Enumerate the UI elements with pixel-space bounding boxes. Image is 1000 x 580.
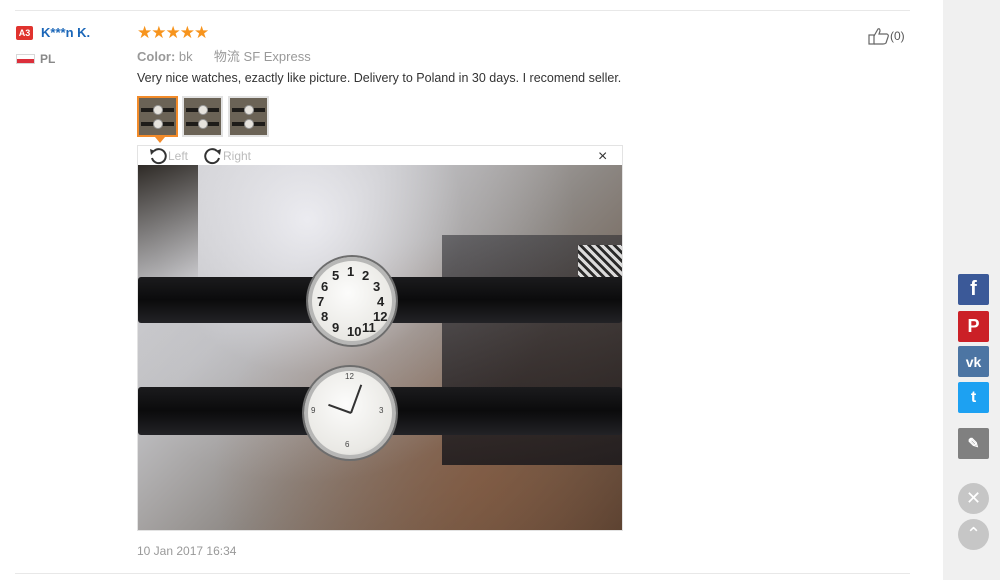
order-attributes: Color: bk 物流 SF Express [137,46,311,65]
dial-numeral: 3 [379,406,384,415]
reviewer-name[interactable]: K***n K. [41,25,90,40]
pinterest-share-button[interactable]: P [958,311,989,342]
dial-numeral: 8 [321,309,329,324]
divider-top [15,10,910,11]
close-sidebar-button[interactable]: ✕ [958,483,989,514]
active-thumbnail-caret-icon [155,137,165,143]
close-viewer-button[interactable]: × [598,149,607,165]
watch-dial-bottom: 12 3 6 9 [304,367,396,459]
color-value: bk [178,49,193,64]
vk-share-button[interactable]: vk [958,346,989,377]
dial-numeral: 2 [362,268,370,284]
dial-numeral: 11 [362,319,376,335]
buyer-level-badge: A3 [16,26,33,40]
shipping-label: 物流 [213,49,240,64]
poland-flag-icon [16,54,35,64]
review-panel: A3 K***n K. PL ★★★★★ Color: bk 物流 SF Exp… [0,0,943,580]
dial-numeral: 6 [321,279,329,294]
rotate-left-button[interactable]: Left [148,147,188,165]
back-to-top-button[interactable]: ⌃ [958,519,989,550]
shipping-value: SF Express [243,49,311,64]
dial-numeral: 12 [345,372,354,381]
photo-thumbnail-1[interactable] [137,96,178,137]
helpful-count: (0) [890,29,905,43]
photo-thumbnail-3[interactable] [228,96,269,137]
rotate-right-button[interactable]: Right [203,147,251,165]
rating-stars: ★★★★★ [137,23,209,42]
photo-viewer: Left Right × 1 2 3 4 12 11 10 9 8 7 6 5 12 3 6 9 [137,145,623,531]
facebook-share-button[interactable]: f [958,274,989,305]
twitter-share-button[interactable]: t [958,382,989,413]
color-label: Color: [137,49,176,64]
rotate-left-label: Left [168,149,189,163]
dial-numeral: 3 [372,279,381,294]
review-photo: 1 2 3 4 12 11 10 9 8 7 6 5 12 3 6 9 [138,165,622,530]
photo-thumbnail-2[interactable] [182,96,223,137]
dial-numeral: 6 [345,440,350,449]
helpful-button[interactable]: (0) [868,27,905,45]
rotate-left-icon [150,148,167,165]
dial-numeral: 9 [311,406,316,415]
review-date: 10 Jan 2017 16:34 [137,544,237,558]
rotate-right-label: Right [223,149,252,163]
thumbs-up-icon [868,28,889,45]
dial-numeral: 7 [317,294,325,309]
dial-numeral: 10 [347,324,362,339]
edit-feedback-button[interactable]: ✎ [958,428,989,459]
dial-numeral: 4 [377,294,385,309]
dial-numeral: 5 [332,268,340,284]
divider-bottom [15,573,910,574]
dial-numeral: 9 [332,319,340,335]
photo-viewer-toolbar: Left Right × [138,146,622,166]
rotate-right-icon [204,148,221,165]
reviewer-country: PL [40,52,56,66]
review-text: Very nice watches, ezactly like picture.… [137,71,622,85]
dial-numeral: 1 [347,264,355,279]
watch-dial-top: 1 2 3 4 12 11 10 9 8 7 6 5 [308,257,396,345]
